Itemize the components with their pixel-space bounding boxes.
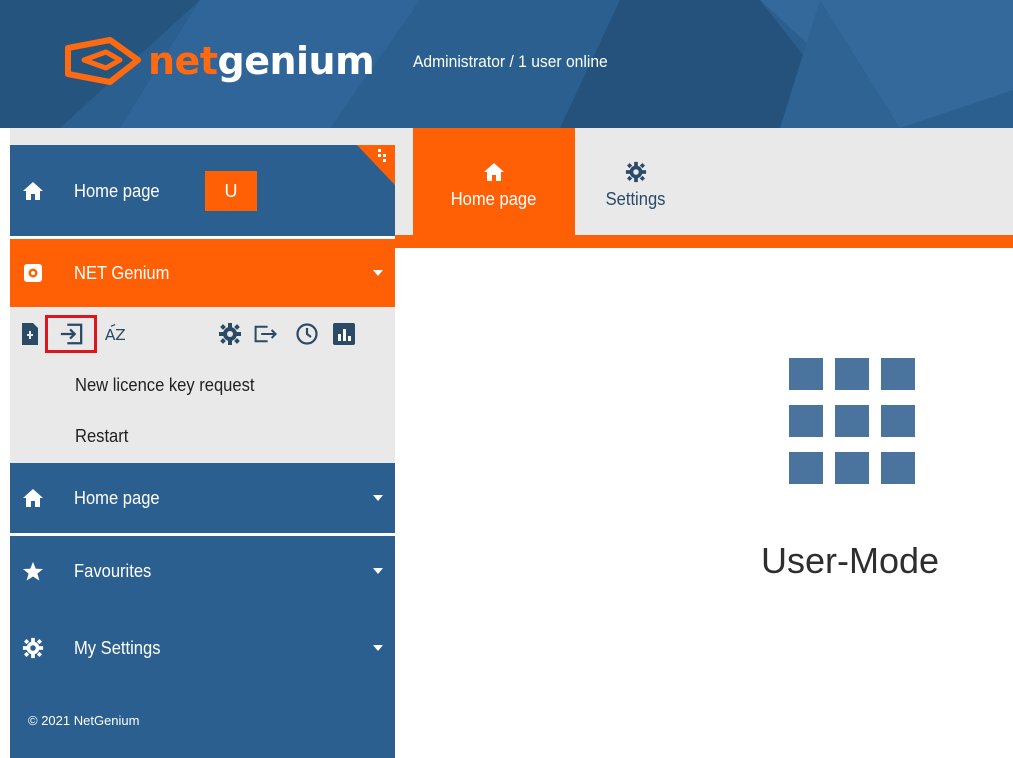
menu-item-restart[interactable]: Restart	[75, 426, 128, 447]
tab-home-page[interactable]: Home page	[413, 128, 575, 235]
netgenium-logo[interactable]: netgenium	[62, 36, 375, 86]
sidebar-toolbar: AZ	[10, 307, 395, 359]
chevron-down-icon[interactable]	[373, 270, 383, 276]
sidebar-top-strip	[10, 128, 395, 145]
footer-copyright: © 2021 NetGenium	[28, 713, 140, 728]
sidebar-item-favourites[interactable]: Favourites	[10, 536, 395, 606]
sidebar-item-home[interactable]: Home page U	[10, 145, 395, 237]
grid-cell	[835, 405, 869, 437]
tab-bar: Home page Settings	[395, 128, 1013, 235]
home-icon	[22, 487, 44, 509]
home-icon	[22, 180, 44, 202]
tab-bar-underline	[395, 235, 1013, 248]
sidebar-item-label: Home page	[74, 487, 160, 508]
grid-cell	[789, 358, 823, 390]
logo-mark-icon	[65, 37, 141, 85]
export-icon[interactable]	[254, 322, 278, 346]
gear-box-icon	[22, 262, 44, 284]
tab-settings[interactable]: Settings	[575, 128, 697, 235]
sidebar: Home page U NET Genium A Z New licence k…	[10, 128, 395, 758]
menu-item-licence-request[interactable]: New licence key request	[75, 375, 254, 396]
user-status[interactable]: Administrator / 1 user online	[413, 52, 608, 72]
tab-label: Home page	[451, 189, 537, 209]
grid-icon[interactable]	[789, 358, 915, 484]
user-mode-label[interactable]: User-Mode	[700, 540, 1000, 582]
sidebar-item-net-genium[interactable]: NET Genium	[10, 239, 395, 307]
svg-text:Z: Z	[115, 326, 126, 344]
chevron-down-icon[interactable]	[373, 645, 383, 651]
chevron-down-icon[interactable]	[373, 495, 383, 501]
grid-cell	[881, 358, 915, 390]
logo-text-genium: genium	[217, 39, 375, 83]
user-mode-badge[interactable]: U	[205, 171, 257, 211]
logo-text: netgenium	[148, 39, 375, 83]
sidebar-item-my-settings[interactable]: My Settings	[10, 613, 395, 683]
sidebar-collapse-icon[interactable]	[357, 145, 395, 185]
grid-cell	[881, 405, 915, 437]
star-icon	[22, 560, 44, 582]
sidebar-item-label: Favourites	[74, 560, 152, 581]
clock-icon[interactable]	[295, 322, 319, 346]
app-root: netgenium Administrator / 1 user online …	[0, 0, 1013, 758]
sidebar-item-label: My Settings	[74, 637, 161, 658]
home-icon	[484, 163, 504, 181]
header: netgenium Administrator / 1 user online	[0, 0, 1013, 128]
chevron-down-icon[interactable]	[373, 568, 383, 574]
sort-az-icon[interactable]: AZ	[104, 322, 128, 346]
sidebar-item-home-section[interactable]: Home page	[10, 463, 395, 533]
grid-cell	[789, 452, 823, 484]
tab-label: Settings	[606, 189, 666, 209]
gear-icon	[625, 161, 647, 183]
sidebar-item-label: Home page	[74, 180, 160, 201]
import-icon[interactable]	[59, 322, 83, 346]
chart-icon[interactable]	[332, 322, 356, 346]
sidebar-submenu: New licence key request Restart	[10, 359, 395, 463]
new-document-icon[interactable]	[18, 322, 42, 346]
sidebar-item-label: NET Genium	[74, 262, 170, 283]
svg-text:A: A	[105, 326, 116, 344]
grid-cell	[835, 358, 869, 390]
grid-cell	[789, 405, 823, 437]
logo-text-net: net	[148, 39, 218, 83]
grid-cell	[881, 452, 915, 484]
gear-icon[interactable]	[218, 322, 242, 346]
gear-icon	[22, 637, 44, 659]
grid-cell	[835, 452, 869, 484]
